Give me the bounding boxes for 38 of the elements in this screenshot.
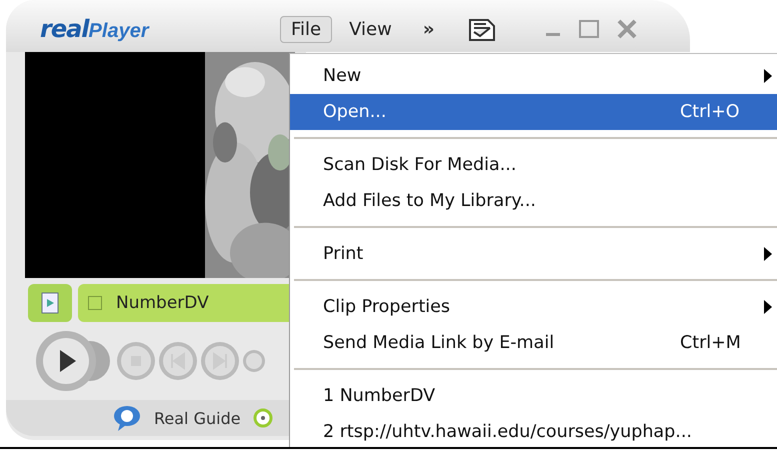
- menu-item[interactable]: Open... Ctrl+O: [290, 94, 777, 130]
- logo-text: Player: [88, 20, 149, 43]
- menu-item[interactable]: 1 NumberDV: [290, 378, 777, 414]
- menu-item[interactable]: Add Files to My Library...: [290, 183, 777, 219]
- real-guide-link[interactable]: Real Guide: [154, 408, 241, 428]
- menu-item-label: New: [323, 66, 362, 86]
- menu-item[interactable]: Send Media Link by E-mail Ctrl+M: [290, 325, 777, 361]
- menu-item[interactable]: New: [290, 58, 777, 94]
- menu-item-label: Scan Disk For Media...: [323, 155, 516, 175]
- menu-item-label: 2 rtsp://uhtv.hawaii.edu/courses/yuphap...: [323, 422, 692, 442]
- menu-item[interactable]: Print: [290, 236, 777, 272]
- playlist-button[interactable]: [28, 284, 72, 322]
- stop-button[interactable]: [116, 341, 156, 381]
- menu-item-label: Clip Properties: [323, 297, 450, 317]
- checkbox[interactable]: [88, 296, 102, 310]
- clip-title: NumberDV: [116, 293, 209, 313]
- menu-item[interactable]: Scan Disk For Media...: [290, 147, 777, 183]
- menu-item[interactable]: 2 rtsp://uhtv.hawaii.edu/courses/yuphap...: [290, 414, 777, 447]
- maximize-icon[interactable]: [578, 19, 600, 39]
- next-button[interactable]: [200, 341, 240, 381]
- menu-item-label: Add Files to My Library...: [323, 191, 536, 211]
- volume-button[interactable]: [242, 349, 266, 373]
- shortcut-label: Ctrl+M: [680, 333, 741, 353]
- more-button[interactable]: »: [416, 18, 440, 40]
- menu-tab[interactable]: View: [338, 16, 403, 42]
- menu-item[interactable]: Clip Properties: [290, 289, 777, 325]
- menu-item-label: Print: [323, 244, 364, 264]
- previous-button[interactable]: [158, 341, 198, 381]
- shortcut-label: Ctrl+O: [680, 102, 740, 122]
- ring-icon[interactable]: [252, 408, 273, 428]
- menu-item-label: Open...: [323, 102, 386, 122]
- logo-text: real: [40, 15, 89, 43]
- menu-item-label: Send Media Link by E-mail: [323, 333, 554, 353]
- menu-item-label: 1 NumberDV: [323, 386, 436, 406]
- clip-icon: [40, 291, 60, 315]
- menu-tab[interactable]: File: [280, 16, 332, 42]
- guide-icon[interactable]: [112, 404, 142, 432]
- close-icon[interactable]: [616, 19, 638, 39]
